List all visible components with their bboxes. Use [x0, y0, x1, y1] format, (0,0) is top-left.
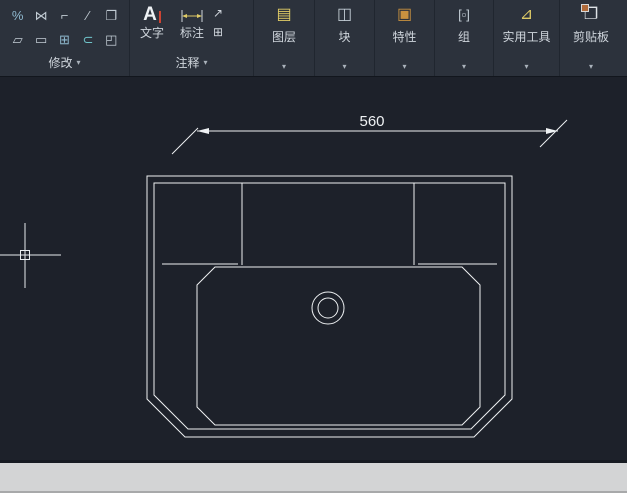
layers-panel-label: 图层 [271, 30, 296, 44]
measure-tool-icon: ⊿ [519, 5, 534, 23]
group-icon: [▫] [458, 7, 470, 22]
annotate-mini-tools: ↗ ⊞ [213, 2, 223, 52]
text-button-label: 文字 [139, 26, 164, 40]
extension-line-right[interactable] [539, 119, 568, 148]
ribbon-panel-properties[interactable]: ▣ 特性 ▾ [375, 0, 435, 76]
annotate-panel-label: 注释 [175, 56, 200, 70]
dimension-button[interactable]: 标注 [173, 2, 211, 52]
extension-line-left[interactable] [171, 127, 199, 155]
ribbon: % ⋈ ⌐ ∕ ❐ ▱ ▭ ⊞ ⊂ ◰ 修改 ▾ A 文字 标注 ↗ ⊞ 注释 … [0, 0, 627, 77]
annotate-panel-title[interactable]: 注释 ▾ [130, 52, 253, 76]
table-icon[interactable]: ⊞ [213, 26, 223, 38]
drain-outer-circle[interactable] [311, 291, 345, 325]
modify-tools: % ⋈ ⌐ ∕ ❐ ▱ ▭ ⊞ ⊂ ◰ [0, 0, 129, 51]
group-panel-label: 组 [457, 30, 470, 44]
clipboard-panel-label: 剪贴板 [572, 30, 609, 44]
ribbon-panel-group[interactable]: [▫] 组 ▾ [435, 0, 494, 76]
properties-icon: ▣ [396, 5, 413, 23]
modify-panel-title[interactable]: 修改 ▾ [0, 52, 129, 76]
basin-outline[interactable] [196, 266, 481, 426]
array-icon[interactable]: ⊞ [59, 33, 70, 46]
leader-icon[interactable]: ↗ [213, 7, 223, 19]
layers-icon: ▤ [276, 5, 292, 23]
chamfer-icon[interactable]: ∕ [87, 9, 89, 22]
scale-icon[interactable]: ▭ [35, 33, 47, 46]
sink-inner-outline[interactable] [153, 182, 506, 430]
chevron-down-icon: ▾ [281, 62, 286, 71]
ribbon-panel-annotate: A 文字 标注 ↗ ⊞ 注释 ▾ [130, 0, 254, 76]
break-icon[interactable]: % [12, 9, 24, 22]
chevron-down-icon: ▾ [342, 62, 347, 71]
dimension-button-label: 标注 [179, 26, 204, 40]
ribbon-panel-layers[interactable]: ▤ 图层 ▾ [254, 0, 315, 76]
dimension-icon [181, 10, 203, 22]
chevron-down-icon: ▾ [402, 62, 407, 71]
text-cursor-icon [158, 11, 161, 23]
offset-icon[interactable]: ⊂ [82, 33, 93, 46]
ribbon-panel-clipboard[interactable]: ❐ 剪贴板 ▾ [560, 0, 622, 76]
paste-accent-icon [580, 4, 589, 12]
horizontal-scrollbar[interactable] [0, 460, 627, 493]
sink-outer-outline[interactable] [146, 175, 513, 438]
ribbon-panel-block[interactable]: ◫ 块 ▾ [315, 0, 375, 76]
annotate-tools: A 文字 标注 ↗ ⊞ [130, 0, 253, 52]
drawing-canvas[interactable]: 560 [0, 77, 627, 460]
text-button[interactable]: A 文字 [133, 2, 171, 52]
explode-icon[interactable]: ◰ [105, 33, 117, 46]
dim-arrow-left[interactable] [197, 128, 209, 134]
ribbon-panel-modify: % ⋈ ⌐ ∕ ❐ ▱ ▭ ⊞ ⊂ ◰ 修改 ▾ [0, 0, 130, 76]
mirror-icon[interactable]: ⋈ [35, 9, 48, 22]
mtext-icon: A [143, 4, 157, 25]
block-panel-label: 块 [338, 30, 351, 44]
dimension-text[interactable]: 560 [359, 113, 384, 130]
crosshair-cursor [0, 223, 61, 288]
chevron-down-icon: ▾ [203, 57, 208, 67]
fillet-icon[interactable]: ⌐ [61, 9, 69, 22]
chevron-down-icon: ▾ [461, 62, 466, 71]
ribbon-panel-utilities[interactable]: ⊿ 实用工具 ▾ [494, 0, 560, 76]
modify-panel-label: 修改 [48, 56, 73, 70]
chevron-down-icon: ▾ [524, 62, 529, 71]
block-icon: ◫ [336, 5, 353, 23]
utilities-panel-label: 实用工具 [502, 30, 551, 44]
stretch-icon[interactable]: ▱ [13, 33, 23, 46]
copy-icon[interactable]: ❐ [105, 9, 117, 22]
drain-inner-circle[interactable] [317, 297, 339, 319]
chevron-down-icon: ▾ [588, 62, 593, 71]
chevron-down-icon: ▾ [76, 57, 81, 67]
clipboard-icon: ❐ [580, 4, 598, 25]
properties-panel-label: 特性 [392, 30, 417, 44]
